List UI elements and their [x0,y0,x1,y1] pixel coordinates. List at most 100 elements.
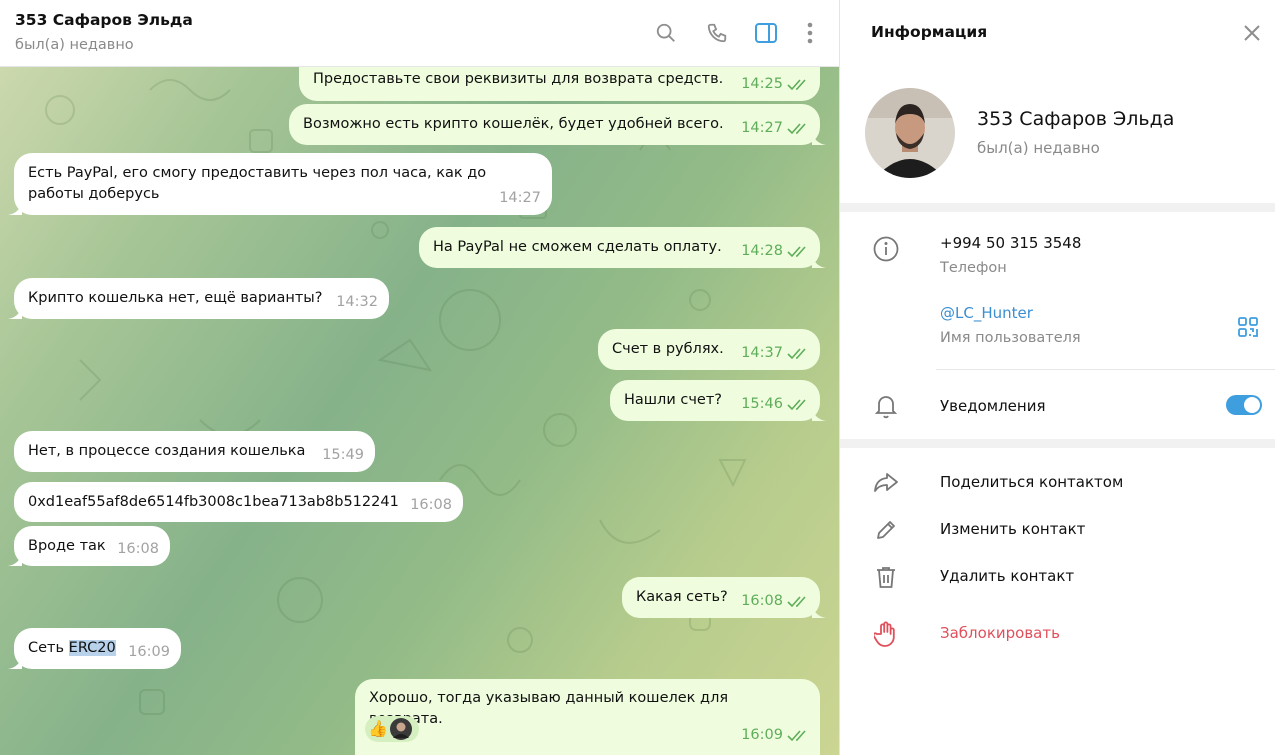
message-time: 15:49 [322,447,364,463]
message-meta: 16:08 [741,591,809,612]
panel-title: Информация [871,23,988,41]
message-text-prefix: Сеть [28,640,69,656]
message-text: Хорошо, тогда указываю данный кошелек дл… [369,690,729,727]
message-out[interactable]: Возможно есть крипто кошелёк, будет удоб… [289,104,826,145]
share-contact-button[interactable]: Поделиться контактом [840,463,1275,503]
message-text: Крипто кошелька нет, ещё варианты? [28,290,323,306]
block-user-label: Заблокировать [940,624,1060,642]
message-time: 14:37 [741,345,783,361]
message-meta: 16:09 [128,642,170,663]
reactor-avatar [389,718,412,740]
pencil-icon [873,517,899,543]
message-in[interactable]: 0xd1eaf55af8de6514fb3008c1bea713ab8b5122… [14,482,463,522]
message-text: 0xd1eaf55af8de6514fb3008c1bea713ab8b5122… [28,494,399,510]
reaction-badge[interactable]: 👍 [365,716,419,742]
message-time: 16:08 [741,593,783,609]
double-check-icon [787,245,806,257]
message-time: 16:08 [410,497,452,513]
phone-icon[interactable] [704,20,730,46]
row-divider [936,369,1275,370]
message-time: 14:25 [741,76,783,92]
username-link[interactable]: @LC_Hunter [940,304,1033,322]
message-in[interactable]: Крипто кошелька нет, ещё варианты? 14:32 [8,278,389,319]
message-in[interactable]: Нет, в процессе создания кошелька 15:49 [14,431,375,472]
contact-name: 353 Сафаров Эльда [977,108,1175,130]
message-meta: 15:49 [322,445,364,466]
double-check-icon [787,398,806,410]
message-time: 16:09 [741,727,783,743]
delete-contact-label: Удалить контакт [940,567,1075,585]
peer-status: был(а) недавно [15,37,134,53]
message-time: 16:09 [128,644,170,660]
block-user-button[interactable]: Заблокировать [840,614,1275,654]
qr-code-icon[interactable] [1237,316,1259,338]
message-time: 15:46 [741,396,783,412]
message-time: 14:32 [336,294,378,310]
chat-area: 353 Сафаров Эльда был(а) недавно Предост… [0,0,839,755]
bubble-tail [812,254,826,268]
message-in[interactable]: Вроде так 16:08 [8,526,170,566]
section-divider [840,203,1275,212]
contact-status: был(а) недавно [977,139,1100,157]
phone-label: Телефон [940,260,1007,276]
double-check-icon [787,729,806,741]
message-meta: 14:25 [741,74,809,95]
edit-contact-button[interactable]: Изменить контакт [840,510,1275,550]
bubble-tail [8,552,22,566]
stop-hand-icon [873,621,899,647]
bubble-tail [812,131,826,145]
notifications-label: Уведомления [940,397,1046,415]
message-meta: 16:08 [410,495,452,516]
message-out[interactable]: Нашли счет? 15:46 [610,380,826,421]
message-in[interactable]: Сеть ERC20 16:09 [8,628,181,669]
bubble-tail [812,604,826,618]
double-check-icon [787,595,806,607]
message-in[interactable]: Есть PayPal, его смогу предоставить чере… [8,153,552,215]
message-meta: 15:46 [741,394,809,415]
message-text: Предоставьте свои реквизиты для возврата… [313,71,724,87]
phone-number[interactable]: +994 50 315 3548 [940,234,1081,252]
message-time: 14:27 [499,190,541,206]
message-meta: 16:09 [741,725,809,746]
double-check-icon [787,78,806,90]
search-icon[interactable] [653,20,679,46]
message-text: Нет, в процессе создания кошелька [28,443,306,459]
username-label: Имя пользователя [940,330,1081,346]
double-check-icon [787,347,806,359]
bubble-tail [812,407,826,421]
peer-name[interactable]: 353 Сафаров Эльда [15,11,193,29]
trash-icon [873,564,899,590]
message-meta: 14:28 [741,241,809,262]
info-icon [873,236,899,262]
message-out[interactable]: Счет в рублях. 14:37 [598,329,820,370]
notifications-toggle[interactable] [1226,395,1262,415]
edit-contact-label: Изменить контакт [940,520,1086,538]
reaction-emoji: 👍 [368,719,388,738]
selected-text[interactable]: ERC20 [68,640,116,656]
bell-icon [873,393,899,419]
message-meta: 14:32 [336,292,378,313]
message-text: Возможно есть крипто кошелёк, будет удоб… [303,116,724,132]
avatar[interactable] [865,88,955,178]
sidebar-toggle-icon[interactable] [753,20,779,46]
close-icon[interactable] [1241,22,1263,44]
double-check-icon [787,122,806,134]
message-time: 14:27 [741,120,783,136]
message-meta: 14:27 [741,118,809,139]
chat-header: 353 Сафаров Эльда был(а) недавно [0,0,839,67]
message-out[interactable]: Какая сеть? 16:08 [622,577,826,618]
message-text: Есть PayPal, его смогу предоставить чере… [28,165,487,202]
message-out[interactable]: Хорошо, тогда указываю данный кошелек дл… [355,679,820,755]
delete-contact-button[interactable]: Удалить контакт [840,557,1275,597]
bubble-tail [8,655,22,669]
message-meta: 14:27 [499,188,541,209]
share-icon [873,470,899,496]
bubble-tail [8,201,22,215]
message-meta: 14:37 [741,343,809,364]
message-out[interactable]: На PayPal не сможем сделать оплату. 14:2… [419,227,826,268]
section-divider [840,439,1275,448]
more-vertical-icon[interactable] [797,20,823,46]
message-time: 14:28 [741,243,783,259]
bubble-tail [8,305,22,319]
info-panel: Информация 353 Сафаров Эльда был(а) неда… [839,0,1275,755]
